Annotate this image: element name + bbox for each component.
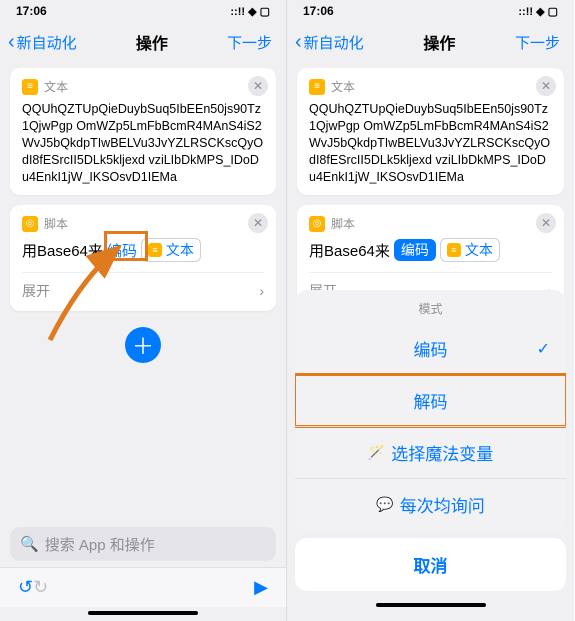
sheet-option-encode[interactable]: 编码 ✓ <box>295 323 566 374</box>
script-icon: ◎ <box>22 216 38 232</box>
option-label: 解码 <box>414 388 448 413</box>
script-icon: ◎ <box>309 216 325 232</box>
script-card-label: 脚本 <box>44 215 68 232</box>
text-icon: ≡ <box>148 243 162 257</box>
sheet-option-decode[interactable]: 解码 <box>295 374 566 426</box>
next-button[interactable]: 下一步 <box>515 32 566 53</box>
variable-label: 文本 <box>465 240 493 260</box>
back-button[interactable]: ‹ 新自动化 <box>295 31 364 54</box>
chevron-right-icon: › <box>259 283 264 299</box>
sheet-cancel-button[interactable]: 取消 <box>295 538 566 591</box>
back-label: 新自动化 <box>17 32 77 53</box>
add-action-button[interactable]: ＋ <box>125 327 161 363</box>
sheet-ask-each-time[interactable]: 💬 每次均询问 <box>295 478 566 530</box>
search-placeholder: 搜索 App 和操作 <box>45 534 155 555</box>
text-card-label: 文本 <box>331 78 355 95</box>
nav-bar: ‹ 新自动化 操作 下一步 <box>287 22 574 62</box>
text-card-body[interactable]: QQUhQZTUpQieDuybSuq5IbEEn50js90Tz1QjwPgp… <box>309 101 552 185</box>
status-time: 17:06 <box>303 4 334 18</box>
sheet-title: 模式 <box>295 290 566 323</box>
option-label: 每次均询问 <box>400 492 485 517</box>
status-indicators: ::!! ◆ ▢ <box>230 5 270 18</box>
variable-label: 文本 <box>166 240 194 260</box>
chevron-left-icon: ‹ <box>8 31 15 54</box>
text-icon: ≡ <box>22 79 38 95</box>
variable-pill[interactable]: ≡ 文本 <box>440 238 500 262</box>
speech-icon: 💬 <box>376 496 393 513</box>
script-action-card[interactable]: ✕ ◎ 脚本 用Base64来 编码 ≡ 文本 展开 › <box>10 205 276 311</box>
mode-value-selected[interactable]: 编码 <box>394 239 436 261</box>
text-card-body[interactable]: QQUhQZTUpQieDuybSuq5IbEEn50js90Tz1QjwPgp… <box>22 101 264 185</box>
action-sheet: 模式 编码 ✓ 解码 🪄 选择魔法变量 💬 每次均询问 取消 <box>295 290 566 613</box>
script-prefix: 用Base64来 <box>309 240 390 261</box>
toolbar: ↺ ↻ ▶ <box>0 567 286 607</box>
option-label: 选择魔法变量 <box>391 440 493 465</box>
status-bar: 17:06 ::!! ◆ ▢ <box>0 0 286 22</box>
close-icon[interactable]: ✕ <box>248 213 268 233</box>
undo-button[interactable]: ↺ <box>18 577 33 598</box>
text-icon: ≡ <box>309 79 325 95</box>
home-indicator <box>88 611 198 615</box>
status-bar: 17:06 ::!! ◆ ▢ <box>287 0 574 22</box>
expand-label: 展开 <box>22 281 50 301</box>
wand-icon: 🪄 <box>368 444 385 461</box>
mode-value[interactable]: 编码 <box>107 240 137 261</box>
chevron-left-icon: ‹ <box>295 31 302 54</box>
close-icon[interactable]: ✕ <box>536 76 556 96</box>
redo-button: ↻ <box>33 577 48 598</box>
back-label: 新自动化 <box>304 32 364 53</box>
text-action-card[interactable]: ✕ ≡ 文本 QQUhQZTUpQieDuybSuq5IbEEn50js90Tz… <box>297 68 564 195</box>
play-button[interactable]: ▶ <box>254 577 268 598</box>
variable-pill[interactable]: ≡ 文本 <box>141 238 201 262</box>
close-icon[interactable]: ✕ <box>248 76 268 96</box>
next-button[interactable]: 下一步 <box>227 32 278 53</box>
status-time: 17:06 <box>16 4 47 18</box>
home-indicator <box>376 603 486 607</box>
text-icon: ≡ <box>447 243 461 257</box>
search-icon: 🔍 <box>20 535 39 553</box>
checkmark-icon: ✓ <box>537 339 550 359</box>
text-action-card[interactable]: ✕ ≡ 文本 QQUhQZTUpQieDuybSuq5IbEEn50js90Tz… <box>10 68 276 195</box>
close-icon[interactable]: ✕ <box>536 213 556 233</box>
back-button[interactable]: ‹ 新自动化 <box>8 31 77 54</box>
search-bar[interactable]: 🔍 搜索 App 和操作 <box>10 527 276 561</box>
nav-bar: ‹ 新自动化 操作 下一步 <box>0 22 286 62</box>
text-card-label: 文本 <box>44 78 68 95</box>
script-card-label: 脚本 <box>331 215 355 232</box>
sheet-magic-variable[interactable]: 🪄 选择魔法变量 <box>295 426 566 478</box>
option-label: 编码 <box>414 336 448 361</box>
status-indicators: ::!! ◆ ▢ <box>518 5 558 18</box>
script-prefix: 用Base64来 <box>22 240 103 261</box>
nav-title: 操作 <box>423 30 455 54</box>
expand-row[interactable]: 展开 › <box>22 272 264 301</box>
nav-title: 操作 <box>136 30 168 54</box>
